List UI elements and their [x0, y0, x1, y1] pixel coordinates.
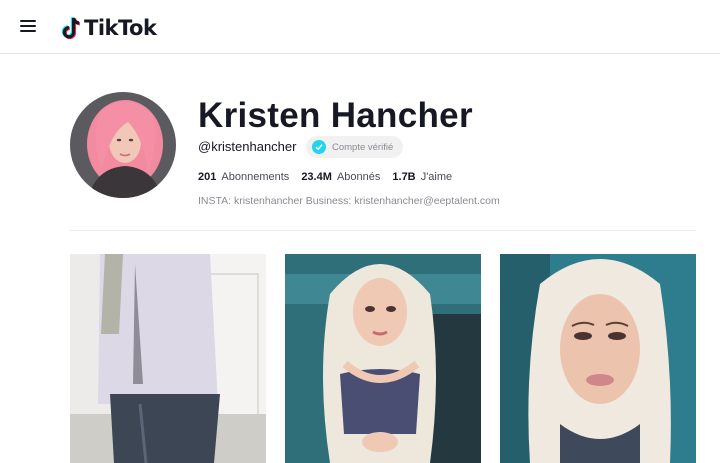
following-stat[interactable]: 201 Abonnements	[198, 171, 289, 183]
following-count: 201	[198, 171, 217, 183]
profile-handle: @kristenhancher	[198, 139, 297, 154]
likes-label: J'aime	[420, 171, 453, 183]
avatar[interactable]	[70, 92, 176, 198]
top-navigation-bar: TikTok	[0, 0, 720, 54]
divider	[70, 230, 696, 231]
video-thumbnail[interactable]	[500, 254, 696, 463]
likes-count: 1.7B	[392, 171, 416, 183]
video-thumbnail[interactable]	[70, 254, 266, 463]
check-icon	[312, 140, 326, 154]
profile-stats: 201 Abonnements 23.4M Abonnés 1.7B J'aim…	[198, 171, 464, 183]
following-label: Abonnements	[221, 171, 290, 183]
profile-name: Kristen Hancher	[198, 96, 473, 135]
followers-count: 23.4M	[301, 171, 332, 183]
video-grid	[70, 254, 696, 463]
followers-label: Abonnés	[336, 171, 381, 183]
followers-stat[interactable]: 23.4M Abonnés	[301, 171, 380, 183]
verified-label: Compte vérifié	[332, 141, 394, 153]
hamburger-menu-icon[interactable]	[20, 17, 40, 35]
profile-header: Kristen Hancher @kristenhancher Compte v…	[70, 92, 710, 222]
verified-badge: Compte vérifié	[306, 136, 404, 158]
profile-bio: INSTA: kristenhancher Business: kristenh…	[198, 195, 500, 207]
likes-stat: 1.7B J'aime	[392, 171, 452, 183]
tiktok-note-icon	[61, 16, 81, 39]
tiktok-logo[interactable]: TikTok	[60, 15, 157, 41]
video-thumbnail[interactable]	[285, 254, 481, 463]
logo-text: TikTok	[84, 16, 157, 40]
